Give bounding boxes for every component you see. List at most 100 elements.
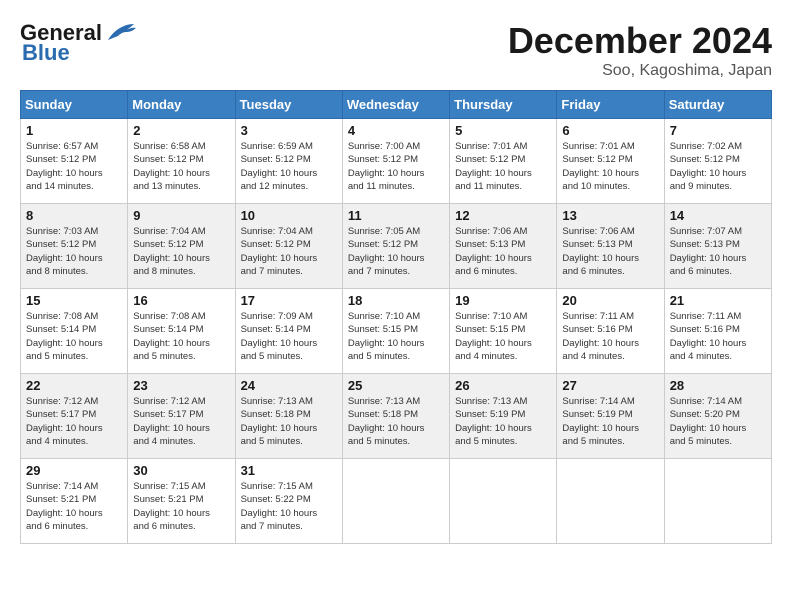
calendar-day-cell: 17 Sunrise: 7:09 AM Sunset: 5:14 PM Dayli… — [235, 289, 342, 374]
calendar-day-cell: 30Sunrise: 7:15 AM Sunset: 5:21 PM Dayli… — [128, 459, 235, 544]
calendar-day-cell: 10 Sunrise: 7:04 AM Sunset: 5:12 PM Dayli… — [235, 204, 342, 289]
day-number: 14 — [670, 208, 766, 223]
day-number: 8 — [26, 208, 122, 223]
day-number: 16 — [133, 293, 229, 308]
calendar-day-cell: 7 Sunrise: 7:02 AM Sunset: 5:12 PM Daylig… — [664, 119, 771, 204]
calendar-day-cell: 6 Sunrise: 7:01 AM Sunset: 5:12 PM Daylig… — [557, 119, 664, 204]
day-number: 25 — [348, 378, 444, 393]
day-info: Sunrise: 7:00 AM Sunset: 5:12 PM Dayligh… — [348, 140, 444, 193]
day-info: Sunrise: 7:13 AM Sunset: 5:19 PM Dayligh… — [455, 395, 551, 448]
calendar-day-cell: 16 Sunrise: 7:08 AM Sunset: 5:14 PM Dayli… — [128, 289, 235, 374]
calendar-day-cell: 22 Sunrise: 7:12 AM Sunset: 5:17 PM Dayli… — [21, 374, 128, 459]
title-area: December 2024 Soo, Kagoshima, Japan — [508, 20, 772, 80]
calendar-day-cell: 18 Sunrise: 7:10 AM Sunset: 5:15 PM Dayli… — [342, 289, 449, 374]
page-header: General Blue December 2024 Soo, Kagoshim… — [20, 20, 772, 80]
calendar-day-cell: 19 Sunrise: 7:10 AM Sunset: 5:15 PM Dayli… — [450, 289, 557, 374]
day-number: 10 — [241, 208, 337, 223]
calendar-day-cell: 1 Sunrise: 6:57 AM Sunset: 5:12 PM Daylig… — [21, 119, 128, 204]
calendar-day-cell: 5Sunrise: 7:01 AM Sunset: 5:12 PM Daylig… — [450, 119, 557, 204]
calendar-week-row: 15 Sunrise: 7:08 AM Sunset: 5:14 PM Dayli… — [21, 289, 772, 374]
calendar-day-cell: 24Sunrise: 7:13 AM Sunset: 5:18 PM Dayli… — [235, 374, 342, 459]
weekday-header-thursday: Thursday — [450, 91, 557, 119]
day-number: 5 — [455, 123, 551, 138]
day-info: Sunrise: 7:07 AM Sunset: 5:13 PM Dayligh… — [670, 225, 766, 278]
day-info: Sunrise: 7:06 AM Sunset: 5:13 PM Dayligh… — [562, 225, 658, 278]
calendar-day-cell: 25 Sunrise: 7:13 AM Sunset: 5:18 PM Dayli… — [342, 374, 449, 459]
day-info: Sunrise: 6:58 AM Sunset: 5:12 PM Dayligh… — [133, 140, 229, 193]
day-info: Sunrise: 7:08 AM Sunset: 5:14 PM Dayligh… — [133, 310, 229, 363]
day-info: Sunrise: 7:14 AM Sunset: 5:19 PM Dayligh… — [562, 395, 658, 448]
day-number: 21 — [670, 293, 766, 308]
day-number: 17 — [241, 293, 337, 308]
empty-cell — [342, 459, 449, 544]
day-number: 19 — [455, 293, 551, 308]
empty-cell — [557, 459, 664, 544]
calendar-day-cell: 29 Sunrise: 7:14 AM Sunset: 5:21 PM Dayli… — [21, 459, 128, 544]
day-number: 23 — [133, 378, 229, 393]
month-title: December 2024 — [508, 20, 772, 62]
calendar-day-cell: 2Sunrise: 6:58 AM Sunset: 5:12 PM Daylig… — [128, 119, 235, 204]
day-info: Sunrise: 7:13 AM Sunset: 5:18 PM Dayligh… — [348, 395, 444, 448]
calendar-day-cell: 14 Sunrise: 7:07 AM Sunset: 5:13 PM Dayli… — [664, 204, 771, 289]
day-info: Sunrise: 6:57 AM Sunset: 5:12 PM Dayligh… — [26, 140, 122, 193]
calendar-day-cell: 3Sunrise: 6:59 AM Sunset: 5:12 PM Daylig… — [235, 119, 342, 204]
day-info: Sunrise: 7:15 AM Sunset: 5:21 PM Dayligh… — [133, 480, 229, 533]
day-info: Sunrise: 7:04 AM Sunset: 5:12 PM Dayligh… — [241, 225, 337, 278]
day-number: 15 — [26, 293, 122, 308]
calendar-week-row: 8 Sunrise: 7:03 AM Sunset: 5:12 PM Daylig… — [21, 204, 772, 289]
day-number: 4 — [348, 123, 444, 138]
day-info: Sunrise: 7:10 AM Sunset: 5:15 PM Dayligh… — [348, 310, 444, 363]
day-info: Sunrise: 7:08 AM Sunset: 5:14 PM Dayligh… — [26, 310, 122, 363]
calendar-day-cell: 20Sunrise: 7:11 AM Sunset: 5:16 PM Dayli… — [557, 289, 664, 374]
weekday-header-row: SundayMondayTuesdayWednesdayThursdayFrid… — [21, 91, 772, 119]
day-info: Sunrise: 7:14 AM Sunset: 5:20 PM Dayligh… — [670, 395, 766, 448]
calendar-day-cell: 31 Sunrise: 7:15 AM Sunset: 5:22 PM Dayli… — [235, 459, 342, 544]
day-number: 6 — [562, 123, 658, 138]
calendar-week-row: 29 Sunrise: 7:14 AM Sunset: 5:21 PM Dayli… — [21, 459, 772, 544]
calendar-day-cell: 15 Sunrise: 7:08 AM Sunset: 5:14 PM Dayli… — [21, 289, 128, 374]
weekday-header-tuesday: Tuesday — [235, 91, 342, 119]
weekday-header-friday: Friday — [557, 91, 664, 119]
empty-cell — [664, 459, 771, 544]
day-info: Sunrise: 7:04 AM Sunset: 5:12 PM Dayligh… — [133, 225, 229, 278]
calendar-day-cell: 4 Sunrise: 7:00 AM Sunset: 5:12 PM Daylig… — [342, 119, 449, 204]
day-info: Sunrise: 7:10 AM Sunset: 5:15 PM Dayligh… — [455, 310, 551, 363]
day-number: 31 — [241, 463, 337, 478]
calendar-day-cell: 13 Sunrise: 7:06 AM Sunset: 5:13 PM Dayli… — [557, 204, 664, 289]
day-number: 12 — [455, 208, 551, 223]
logo-bird-icon — [104, 22, 136, 44]
calendar-day-cell: 28 Sunrise: 7:14 AM Sunset: 5:20 PM Dayli… — [664, 374, 771, 459]
day-number: 28 — [670, 378, 766, 393]
day-number: 22 — [26, 378, 122, 393]
weekday-header-sunday: Sunday — [21, 91, 128, 119]
day-info: Sunrise: 7:12 AM Sunset: 5:17 PM Dayligh… — [26, 395, 122, 448]
calendar-day-cell: 12Sunrise: 7:06 AM Sunset: 5:13 PM Dayli… — [450, 204, 557, 289]
weekday-header-saturday: Saturday — [664, 91, 771, 119]
day-number: 7 — [670, 123, 766, 138]
calendar-day-cell: 21Sunrise: 7:11 AM Sunset: 5:16 PM Dayli… — [664, 289, 771, 374]
day-info: Sunrise: 7:05 AM Sunset: 5:12 PM Dayligh… — [348, 225, 444, 278]
day-info: Sunrise: 7:09 AM Sunset: 5:14 PM Dayligh… — [241, 310, 337, 363]
calendar-day-cell: 23Sunrise: 7:12 AM Sunset: 5:17 PM Dayli… — [128, 374, 235, 459]
logo-text-blue: Blue — [22, 40, 70, 66]
day-info: Sunrise: 7:11 AM Sunset: 5:16 PM Dayligh… — [562, 310, 658, 363]
calendar-week-row: 22 Sunrise: 7:12 AM Sunset: 5:17 PM Dayli… — [21, 374, 772, 459]
day-info: Sunrise: 7:15 AM Sunset: 5:22 PM Dayligh… — [241, 480, 337, 533]
calendar-day-cell: 26 Sunrise: 7:13 AM Sunset: 5:19 PM Dayli… — [450, 374, 557, 459]
day-number: 1 — [26, 123, 122, 138]
day-info: Sunrise: 7:03 AM Sunset: 5:12 PM Dayligh… — [26, 225, 122, 278]
weekday-header-wednesday: Wednesday — [342, 91, 449, 119]
day-number: 29 — [26, 463, 122, 478]
day-number: 26 — [455, 378, 551, 393]
day-info: Sunrise: 7:02 AM Sunset: 5:12 PM Dayligh… — [670, 140, 766, 193]
location: Soo, Kagoshima, Japan — [508, 62, 772, 80]
day-number: 13 — [562, 208, 658, 223]
day-info: Sunrise: 7:14 AM Sunset: 5:21 PM Dayligh… — [26, 480, 122, 533]
weekday-header-monday: Monday — [128, 91, 235, 119]
calendar-table: SundayMondayTuesdayWednesdayThursdayFrid… — [20, 90, 772, 544]
day-info: Sunrise: 7:01 AM Sunset: 5:12 PM Dayligh… — [562, 140, 658, 193]
logo: General Blue — [20, 20, 136, 66]
day-number: 18 — [348, 293, 444, 308]
calendar-day-cell: 27Sunrise: 7:14 AM Sunset: 5:19 PM Dayli… — [557, 374, 664, 459]
calendar-day-cell: 8 Sunrise: 7:03 AM Sunset: 5:12 PM Daylig… — [21, 204, 128, 289]
